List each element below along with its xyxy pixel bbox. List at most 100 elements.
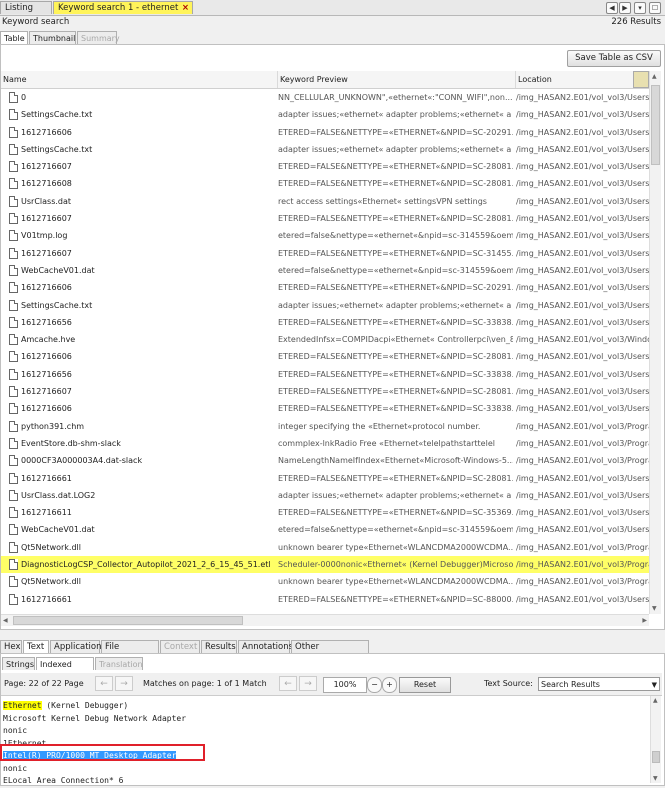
next-page-icon[interactable]: → <box>115 676 133 691</box>
table-row[interactable]: Amcache.hve ExtendedInfsx=COMPIDacpi«Ethe… <box>1 331 649 348</box>
close-tab-icon[interactable]: × <box>182 2 189 15</box>
text-viewer-toolbar: Page: 22 of 22 Page ← → Matches on page:… <box>1 673 662 696</box>
tab-listing[interactable]: Listing <box>0 1 52 14</box>
text-scroll-down-icon[interactable]: ▼ <box>653 775 658 782</box>
cell-location: /img_HASAN2.E01/vol_vol3/Users/ <box>516 525 649 535</box>
scroll-right-icon[interactable]: ▶ <box>619 2 631 14</box>
table-row[interactable]: SettingsCache.txt adapter issues;«etherne… <box>1 141 649 158</box>
table-row[interactable]: 1612716656 ETERED=FALSE&NETTYPE=«ETHERNET… <box>1 314 649 331</box>
tab-indexed-text[interactable]: Indexed Text <box>36 657 94 682</box>
cell-name: 1612716607 <box>21 387 72 397</box>
maximize-icon[interactable]: ☐ <box>649 2 661 14</box>
page-indicator: Page: 22 of 22 Page <box>4 679 84 688</box>
tab-summary: Summary <box>77 31 120 44</box>
previous-page-icon[interactable]: ← <box>95 676 113 691</box>
cell-location: /img_HASAN2.E01/vol_vol3/Users/ <box>516 196 649 206</box>
table-row[interactable]: 1612716606 ETERED=FALSE&NETTYPE=«ETHERNET… <box>1 124 649 141</box>
table-row[interactable]: 1612716661 ETERED=FALSE&NETTYPE=«ETHERNET… <box>1 591 649 608</box>
tab-application[interactable]: Application <box>50 640 102 653</box>
cell-keyword-preview: adapter issues;«ethernet« adapter proble… <box>278 300 512 310</box>
cell-location: /img_HASAN2.E01/vol_vol3/Users/ <box>516 317 649 327</box>
reset-button[interactable]: Reset <box>399 677 451 693</box>
text-vertical-scrollbar[interactable]: ▲ ▼ <box>650 696 661 783</box>
hscrollbar-thumb[interactable] <box>13 616 243 625</box>
text-scroll-up-icon[interactable]: ▲ <box>653 697 658 704</box>
table-row[interactable]: 1612716607 ETERED=FALSE&NETTYPE=«ETHERNET… <box>1 383 649 400</box>
cell-name: V01tmp.log <box>21 231 68 241</box>
cell-name: python391.chm <box>21 421 85 431</box>
text-source-select[interactable]: Search Results ▼ <box>538 677 660 691</box>
table-row[interactable]: 1612716607 ETERED=FALSE&NETTYPE=«ETHERNET… <box>1 210 649 227</box>
cell-name: 1612716611 <box>21 508 72 518</box>
table-row[interactable]: WebCacheV01.dat etered=false&nettype=«eth… <box>1 262 649 279</box>
cell-location: /img_HASAN2.E01/vol_vol3/Progra <box>516 577 649 587</box>
text-scrollbar-thumb[interactable] <box>652 751 660 763</box>
table-row[interactable]: 0 NN_CELLULAR_UNKNOWN",«ethernet«:"CONN_W… <box>1 89 649 106</box>
table-row[interactable]: 1612716656 ETERED=FALSE&NETTYPE=«ETHERNET… <box>1 366 649 383</box>
save-table-csv-button[interactable]: Save Table as CSV <box>567 50 661 67</box>
scroll-up-icon[interactable]: ▲ <box>652 73 657 80</box>
tab-annotations[interactable]: Annotations <box>238 640 293 653</box>
table-row[interactable]: 1612716606 ETERED=FALSE&NETTYPE=«ETHERNET… <box>1 348 649 365</box>
table-row[interactable]: python391.chm integer specifying the «Eth… <box>1 418 649 435</box>
column-header-preview[interactable]: Keyword Preview <box>278 71 516 88</box>
table-row[interactable]: 1612716611 ETERED=FALSE&NETTYPE=«ETHERNET… <box>1 504 649 521</box>
table-row[interactable]: Qt5Network.dll unknown bearer type«Ethern… <box>1 573 649 590</box>
column-header-location[interactable]: Location <box>516 71 635 88</box>
column-chooser-icon[interactable] <box>633 71 649 88</box>
tab-text[interactable]: Text <box>23 640 49 653</box>
table-horizontal-scrollbar[interactable]: ◀ ▶ <box>1 614 649 626</box>
table-row[interactable]: 1612716606 ETERED=FALSE&NETTYPE=«ETHERNET… <box>1 400 649 417</box>
table-vertical-scrollbar[interactable]: ▲ ▼ <box>649 71 661 614</box>
cell-name: DiagnosticLogCSP_Collector_Autopilot_202… <box>21 560 271 570</box>
cell-location: /img_HASAN2.E01/vol_vol3/Users/ <box>516 508 649 518</box>
cell-location: /img_HASAN2.E01/vol_vol3/Users/ <box>516 352 649 362</box>
previous-match-icon[interactable]: ← <box>279 676 297 691</box>
tab-hex[interactable]: Hex <box>0 640 22 653</box>
table-row[interactable]: 1612716606 ETERED=FALSE&NETTYPE=«ETHERNET… <box>1 279 649 296</box>
table-row[interactable]: SettingsCache.txt adapter issues;«etherne… <box>1 297 649 314</box>
table-row[interactable]: 1612716607 ETERED=FALSE&NETTYPE=«ETHERNET… <box>1 245 649 262</box>
cell-name: 1612716607 <box>21 162 72 172</box>
table-row[interactable]: 1612716661 ETERED=FALSE&NETTYPE=«ETHERNET… <box>1 470 649 487</box>
zoom-level[interactable]: 100% <box>323 677 367 693</box>
cell-name: 1612716661 <box>21 473 72 483</box>
tab-thumbnail[interactable]: Thumbnail <box>29 31 76 44</box>
text-segment: nonic <box>3 726 28 735</box>
table-row[interactable]: UsrClass.dat.LOG2 adapter issues;«etherne… <box>1 487 649 504</box>
table-row[interactable]: WebCacheV01.dat etered=false&nettype=«eth… <box>1 521 649 538</box>
table-row[interactable]: EventStore.db-shm-slack commplex-lnkRadio… <box>1 435 649 452</box>
tab-strings[interactable]: Strings <box>2 657 35 670</box>
zoom-out-icon[interactable]: − <box>367 677 382 693</box>
table-row[interactable]: DiagnosticLogCSP_Collector_Autopilot_202… <box>1 556 649 574</box>
scroll-right-arrow-icon[interactable]: ▶ <box>642 617 647 624</box>
scroll-down-icon[interactable]: ▼ <box>652 605 657 612</box>
match-indicator: Matches on page: 1 of 1 Match <box>143 679 267 688</box>
tab-table[interactable]: Table <box>0 31 28 44</box>
tab-results[interactable]: Results <box>201 640 237 653</box>
tab-file-metadata[interactable]: File Metadata <box>101 640 159 665</box>
zoom-in-icon[interactable]: + <box>382 677 397 693</box>
cell-keyword-preview: ExtendedInfsx=COMPIDacpi«Ethernet« Contr… <box>278 335 513 345</box>
next-match-icon[interactable]: → <box>299 676 317 691</box>
table-row[interactable]: V01tmp.log etered=false&nettype=«ethernet… <box>1 227 649 244</box>
table-row[interactable]: 1612716607 ETERED=FALSE&NETTYPE=«ETHERNET… <box>1 158 649 175</box>
cell-keyword-preview: etered=false&nettype=«ethernet«&npid=sc-… <box>278 231 513 241</box>
scrollbar-thumb[interactable] <box>651 85 660 165</box>
table-row[interactable]: UsrClass.dat rect access settings«Etherne… <box>1 193 649 210</box>
cell-keyword-preview: ETERED=FALSE&NETTYPE=«ETHERNET«&NPID=SC-… <box>278 352 513 362</box>
indexed-text-area[interactable]: Ethernet (Kernel Debugger) Microsoft Kern… <box>1 696 649 785</box>
cell-keyword-preview: rect access settings«Ethernet« settingsV… <box>278 196 487 206</box>
table-row[interactable]: 0000CF3A000003A4.dat-slack NameLengthName… <box>1 452 649 469</box>
tab-keyword-search[interactable]: Keyword search 1 - ethernet × <box>53 1 193 14</box>
tab-other-occurrences[interactable]: Other Occurrences <box>291 640 369 665</box>
text-source-label: Text Source: <box>484 679 533 688</box>
table-row[interactable]: SettingsCache.txt adapter issues;«etherne… <box>1 106 649 123</box>
column-header-name[interactable]: Name <box>1 71 278 88</box>
cell-name: WebCacheV01.dat <box>21 525 95 535</box>
tab-list-dropdown-icon[interactable]: ▾ <box>634 2 646 14</box>
table-row[interactable]: Qt5Network.dll unknown bearer type«Ethern… <box>1 539 649 556</box>
scroll-left-arrow-icon[interactable]: ◀ <box>3 617 8 624</box>
scroll-left-icon[interactable]: ◀ <box>606 2 618 14</box>
table-row[interactable]: 1612716608 ETERED=FALSE&NETTYPE=«ETHERNET… <box>1 175 649 192</box>
